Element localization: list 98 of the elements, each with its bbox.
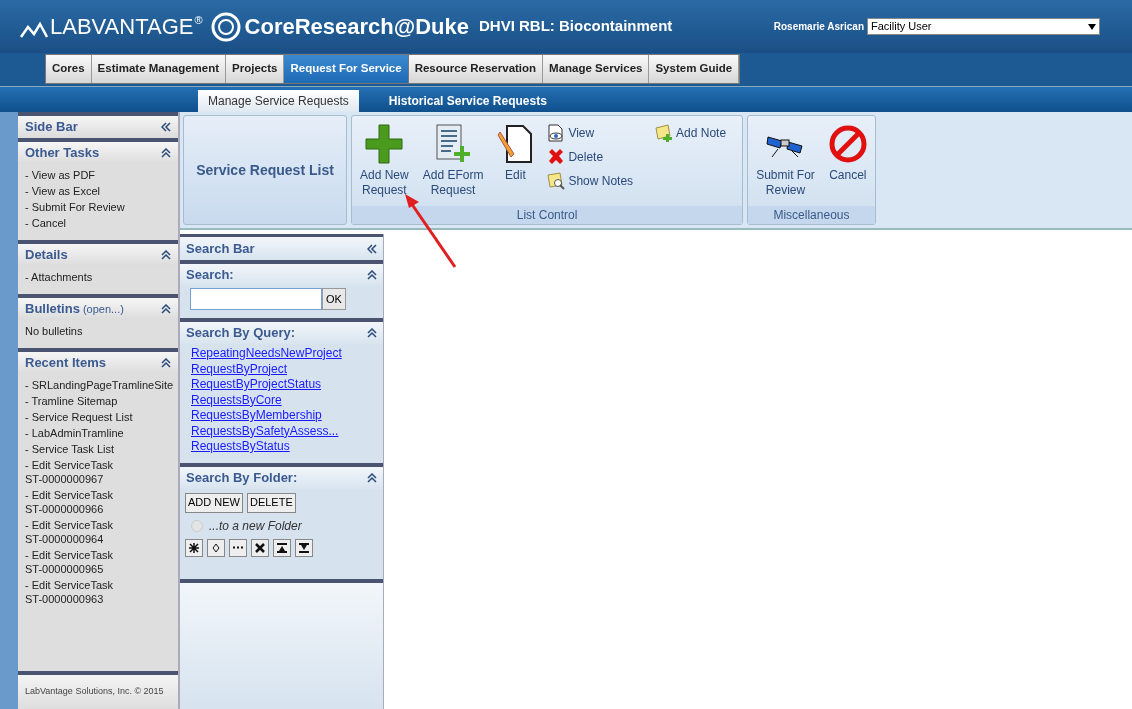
facility-name: DHVI RBL: Biocontainment [479,16,673,37]
panel-title: Search: [186,266,234,285]
sidebar-link[interactable]: - Edit ServiceTask ST-0000000967 [25,458,171,486]
collapse-icon[interactable] [367,270,377,280]
sidebar-link[interactable]: No bulletins [25,324,171,338]
sidebar-link[interactable]: - Tramline Sitemap [25,394,171,408]
product-name: CoreResearch@Duke [244,13,469,41]
expand-icon [299,542,309,553]
sidebar-link[interactable]: - Submit For Review [25,200,171,214]
query-link[interactable]: RequestsByMembership [191,408,322,424]
asterisk-icon [189,542,199,553]
folder-button[interactable]: DELETE [246,492,296,513]
collapse-icon[interactable] [161,304,171,314]
query-link[interactable]: RepeatingNeedsNewProject [191,346,342,362]
radio-button[interactable] [191,519,203,532]
sidebar-link[interactable]: - View as PDF [25,168,171,182]
sidebar-link[interactable]: - Edit ServiceTask ST-0000000963 [25,578,171,606]
diamond-icon [212,542,220,553]
query-link[interactable]: RequestsBySafetyAssess... [191,423,339,439]
ok-button[interactable]: OK [322,288,346,310]
nav-tab[interactable]: Cores [46,55,92,83]
close-icon [255,542,265,553]
sidebar-link[interactable]: - Edit ServiceTask ST-0000000965 [25,548,171,576]
page-eye-icon [547,124,566,142]
panel-title: Details [25,246,68,265]
toolbar-button[interactable]: Add New Request [360,120,409,206]
ellipsis-icon [233,546,243,549]
toolbar-button[interactable]: Cancel [828,120,867,206]
note-search-icon [547,172,566,190]
toolbar-button[interactable]: Delete [547,148,634,166]
collapse-icon[interactable] [161,122,171,132]
tool-button[interactable] [251,538,269,557]
sidebar-link[interactable]: - Attachments [25,270,171,284]
collapse-icon[interactable] [161,250,171,260]
page-title: Service Request List [196,160,334,180]
group-label: List Control [516,207,578,224]
logo-icon [20,20,48,39]
registered-mark: ® [194,13,203,28]
query-link[interactable]: RequestByProjectStatus [191,377,322,393]
role-dropdown[interactable]: Facility User [867,18,1100,35]
panel-title: Search Bar [186,239,255,258]
tool-button[interactable] [207,538,225,557]
collapse-icon[interactable] [367,472,377,483]
collapse-icon[interactable] [161,358,171,368]
delete-icon [547,148,566,166]
nav-tab[interactable]: Estimate Management [91,55,227,83]
panel-title-note[interactable]: (open...) [82,301,124,318]
group-label: Miscellaneous [773,207,850,224]
collapse-icon [277,542,287,553]
subtab[interactable]: Manage Service Requests [198,90,359,112]
toolbar-button[interactable]: Submit For Review [756,120,815,206]
sidebar-link[interactable]: - Cancel [25,216,171,230]
tool-button[interactable] [295,538,313,557]
query-link[interactable]: RequestsByStatus [191,439,290,455]
prohibited-icon [828,125,867,163]
sidebar-link[interactable]: - Edit ServiceTask ST-0000000964 [25,518,171,546]
toolbar-button[interactable]: Add EForm Request [422,120,484,206]
collapse-icon[interactable] [161,148,171,158]
subtab[interactable]: Historical Service Requests [378,90,557,112]
form-icon [436,124,471,164]
panel-title: Recent Items [25,354,106,373]
folder-button[interactable]: ADD NEW [185,492,243,513]
sidebar-link[interactable]: - Service Request List [25,410,171,424]
nav-tab[interactable]: Projects [226,55,285,83]
panel-title: Bulletins [25,300,80,319]
copyright-text: LabVantage Solutions, Inc. © 2015 [25,685,164,699]
panel-title: Other Tasks [25,144,100,163]
nav-tab[interactable]: Manage Services [543,55,650,83]
sidebar-link[interactable]: - Edit ServiceTask ST-0000000966 [25,488,171,516]
brand-name: LABVANTAGE [50,13,194,41]
tool-button[interactable] [273,538,291,557]
swirl-icon [210,11,241,42]
nav-tab[interactable]: Resource Reservation [408,55,544,83]
tool-button[interactable] [185,538,203,557]
sidebar-link[interactable]: - SRLandingPageTramlineSite [25,378,171,392]
query-link[interactable]: RequestsByCore [191,392,282,408]
toolbar-button[interactable]: View [547,124,634,142]
collapse-icon[interactable] [367,243,377,254]
plus-icon [365,124,404,164]
nav-tab[interactable]: System Guide [649,55,740,83]
radio-label: ...to a new Folder [209,517,302,535]
collapse-icon[interactable] [367,328,377,338]
panel-title: Search By Folder: [186,468,298,487]
sidebar-link[interactable]: - LabAdminTramline [25,426,171,440]
toolbar-button[interactable]: Add Note [655,124,727,142]
user-name: Rosemarie Asrican [773,20,864,34]
dropdown-arrow-icon [1088,23,1096,30]
search-field[interactable] [190,288,322,310]
query-link[interactable]: RequestByProject [191,361,288,377]
note-add-icon [655,124,674,142]
nav-tab[interactable]: Request For Service [284,55,409,83]
sidebar-link[interactable]: - View as Excel [25,184,171,198]
toolbar-button[interactable]: Show Notes [547,172,634,190]
sidebar-link[interactable]: - Service Task List [25,442,171,456]
toolbar-button[interactable]: Edit [497,120,534,206]
page-pencil-icon [497,124,534,164]
panel-title: Search By Query: [186,324,296,343]
sidebar-title: Side Bar [25,118,78,137]
